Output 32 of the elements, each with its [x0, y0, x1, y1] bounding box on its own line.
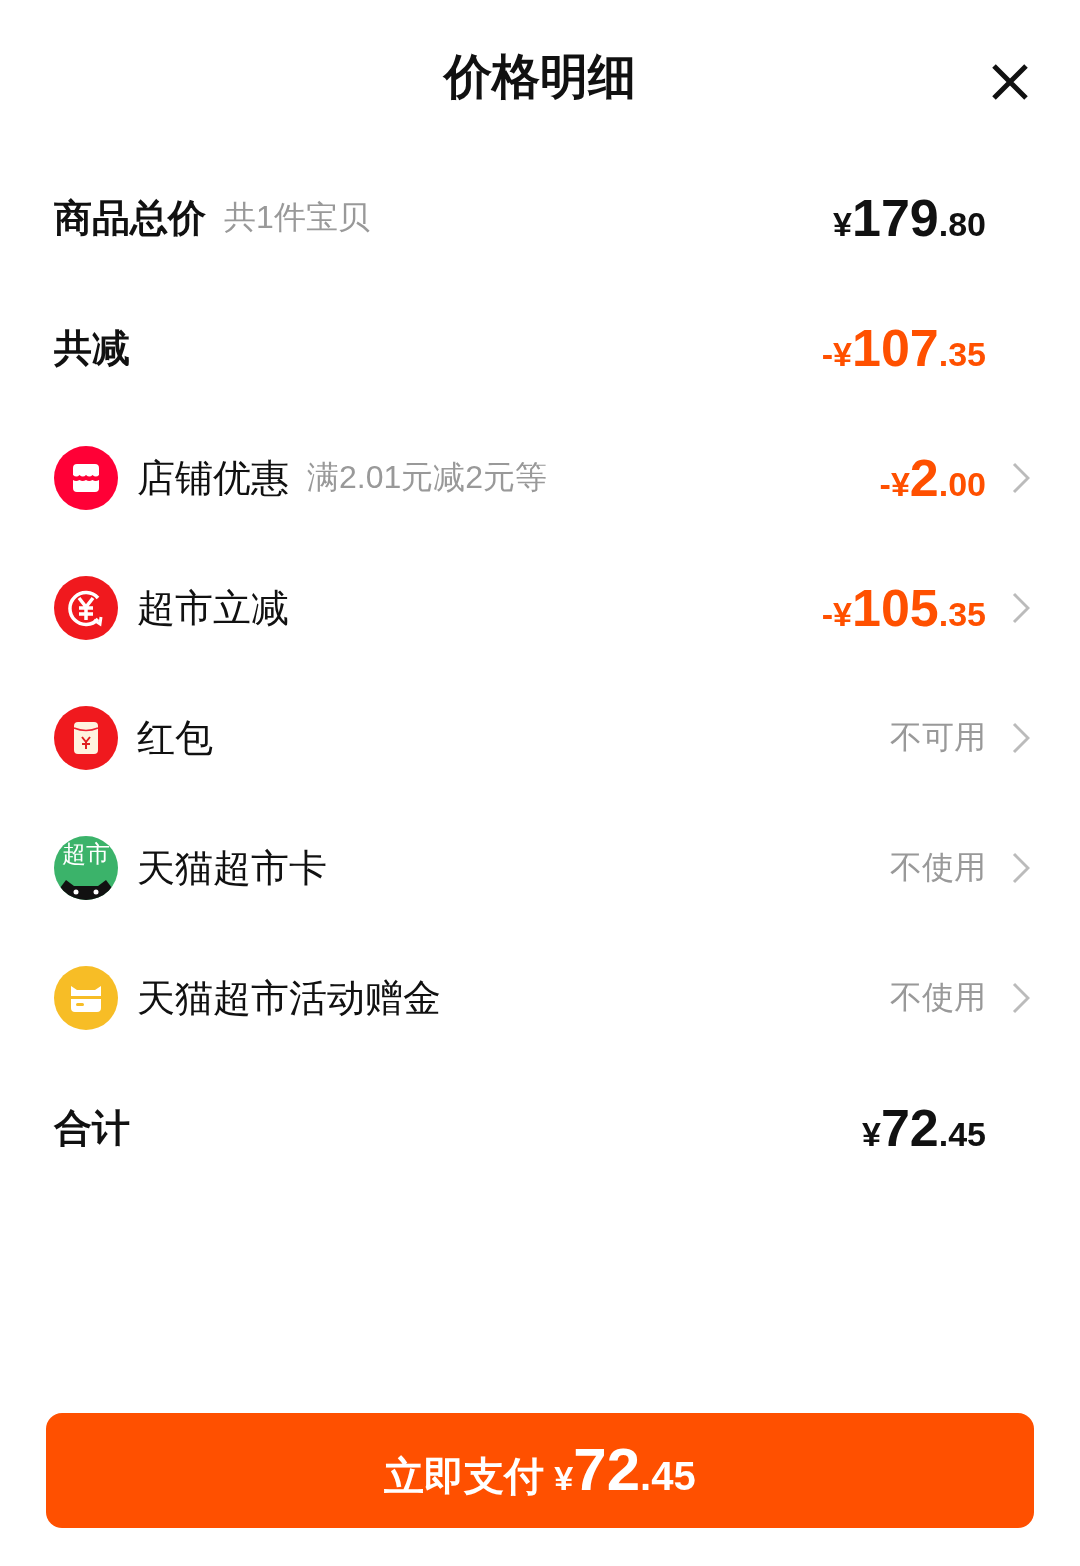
- row-label: 共减: [54, 325, 130, 371]
- cat-wallet-icon: [54, 966, 118, 1030]
- row-label: 天猫超市卡: [137, 845, 327, 891]
- chevron-right-icon: [1012, 462, 1030, 494]
- row-label: 商品总价: [54, 195, 206, 241]
- row-note: 共1件宝贝: [224, 198, 370, 237]
- close-icon: [992, 64, 1028, 100]
- chevron-right-icon: [1012, 852, 1030, 884]
- chevron-right-icon: [1012, 722, 1030, 754]
- chevron-right-icon: [1012, 982, 1030, 1014]
- discount-icon: [54, 576, 118, 640]
- icon-label: 超市: [61, 842, 111, 866]
- row-label: 天猫超市活动赠金: [137, 975, 441, 1021]
- price-amount: -¥105.35: [821, 578, 986, 638]
- price-amount: ¥179.80: [833, 188, 986, 248]
- pay-button[interactable]: 立即支付 ¥72.45: [46, 1413, 1034, 1528]
- dialog-title: 价格明细: [444, 48, 636, 105]
- envelope-icon: [54, 706, 118, 770]
- chevron-right-icon: [1012, 592, 1030, 624]
- row-label: 超市立减: [137, 585, 289, 631]
- status-text: 不使用: [890, 848, 986, 887]
- row-label: 红包: [137, 715, 213, 761]
- shop-icon: [54, 446, 118, 510]
- row-label: 合计: [54, 1105, 130, 1151]
- cat-card-icon: [54, 836, 118, 900]
- price-amount: -¥107.35: [821, 318, 986, 378]
- row-label: 店铺优惠: [137, 455, 289, 501]
- price-amount: ¥72.45: [861, 1098, 986, 1158]
- price-amount: -¥2.00: [879, 448, 986, 508]
- status-text: 不可用: [890, 718, 986, 757]
- row-note: 满2.01元减2元等: [307, 458, 548, 497]
- status-text: 不使用: [890, 978, 986, 1017]
